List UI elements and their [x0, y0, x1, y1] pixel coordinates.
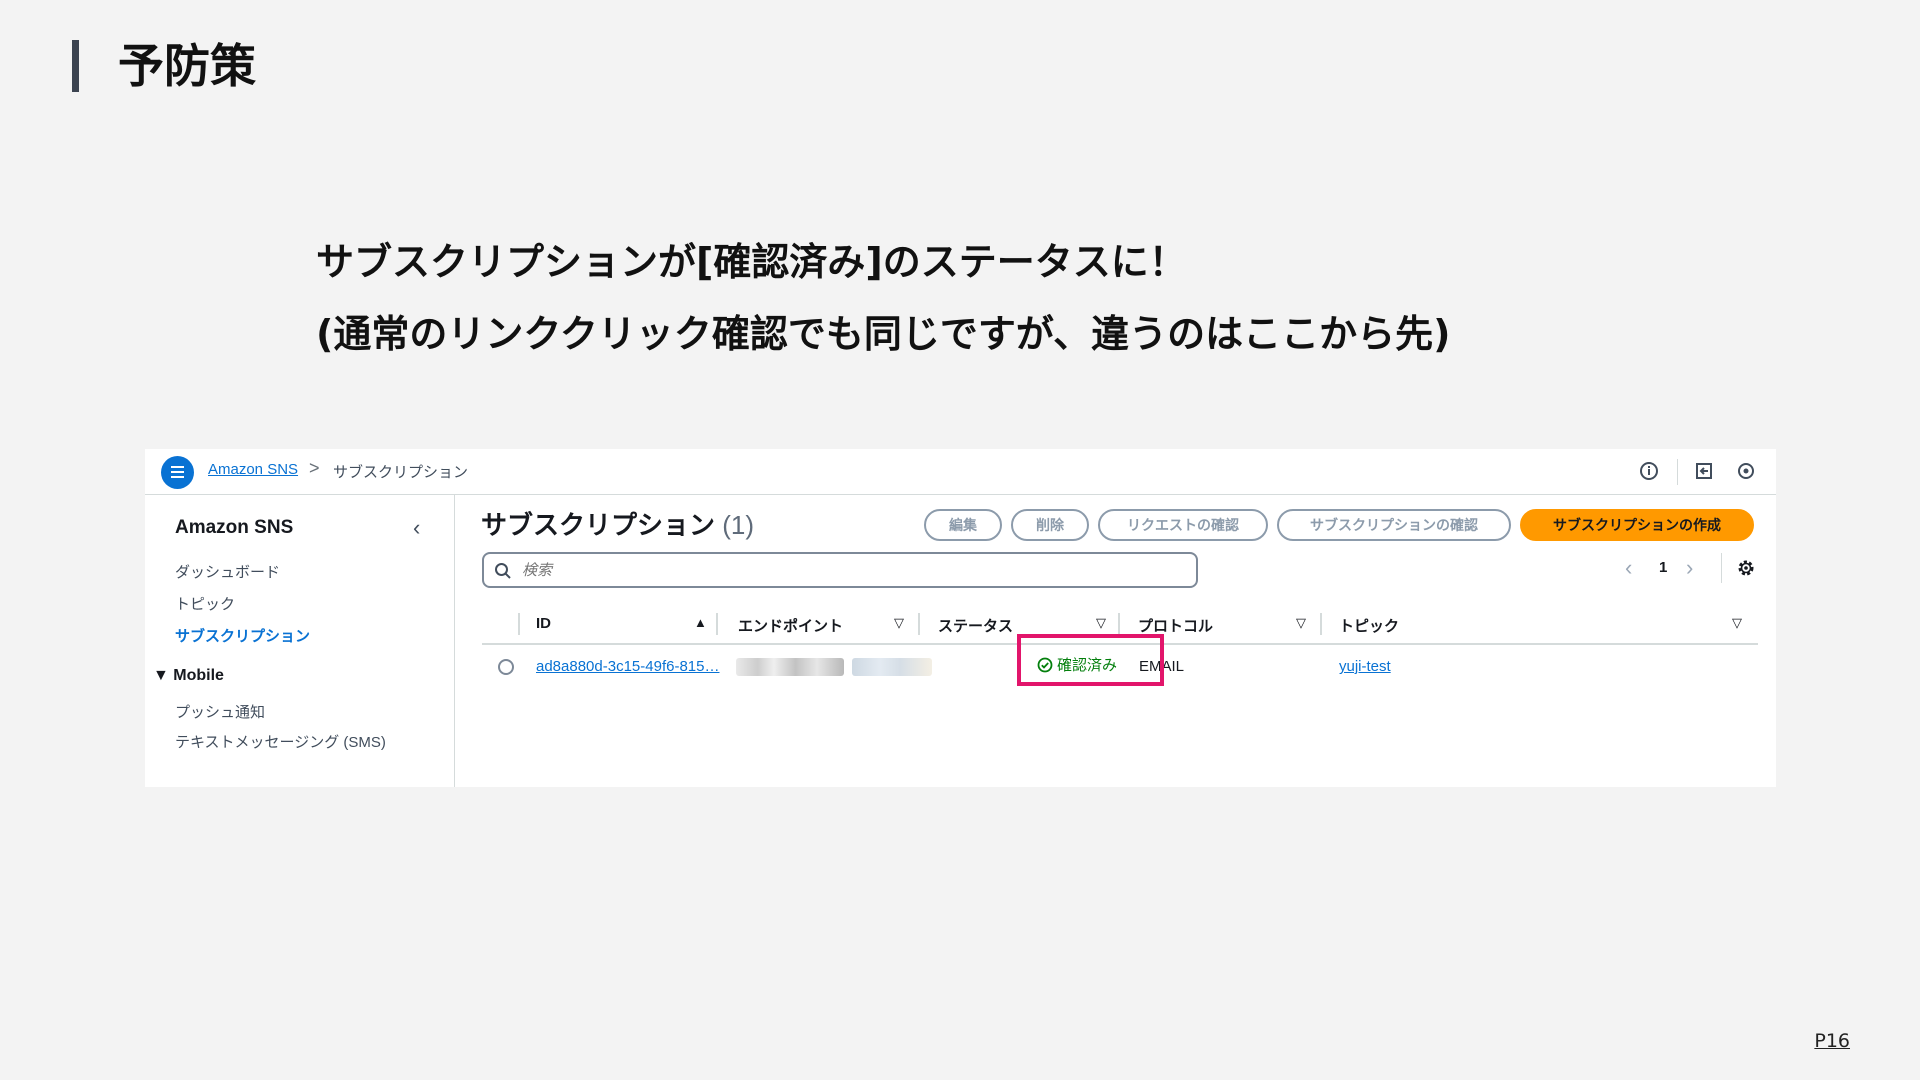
- breadcrumb-service-link[interactable]: Amazon SNS: [208, 461, 298, 478]
- top-navigation-bar: Amazon SNS > サブスクリプション: [145, 449, 1776, 495]
- sort-icon[interactable]: ▽: [1096, 615, 1106, 631]
- pagination-current-page[interactable]: 1: [1659, 559, 1667, 576]
- sidebar-item-dashboard[interactable]: ダッシュボード: [175, 561, 280, 582]
- column-header-id[interactable]: ID: [536, 615, 551, 632]
- subscription-id-link[interactable]: ad8a880d-3c15-49f6-815…: [536, 658, 719, 675]
- column-header-protocol[interactable]: プロトコル: [1138, 615, 1213, 636]
- status-highlight-box: [1017, 634, 1164, 686]
- confirm-subscription-button[interactable]: サブスクリプションの確認: [1277, 509, 1511, 541]
- blurred-endpoint: [736, 658, 844, 676]
- column-divider: [1118, 613, 1120, 635]
- gear-icon[interactable]: [1736, 558, 1756, 578]
- column-divider: [1320, 613, 1322, 635]
- page-title-text: サブスクリプション: [481, 510, 716, 540]
- column-header-topic[interactable]: トピック: [1339, 615, 1399, 636]
- search-input[interactable]: [522, 558, 1182, 582]
- export-icon[interactable]: [1694, 461, 1714, 481]
- column-divider: [716, 613, 718, 635]
- sns-console-screenshot: Amazon SNS > サブスクリプション Amazon SNS ‹ ダッシュ…: [145, 449, 1776, 787]
- lead-text-line-2: (通常のリンククリック確認でも同じですが、違うのはここから先): [316, 312, 1451, 356]
- edit-button[interactable]: 編集: [924, 509, 1002, 541]
- column-divider: [918, 613, 920, 635]
- sort-ascending-icon[interactable]: ▲: [694, 615, 707, 630]
- lead-text-line-1: サブスクリプションが[確認済み]のステータスに！: [316, 240, 1187, 284]
- subscription-count: (1): [722, 510, 755, 540]
- column-header-status[interactable]: ステータス: [938, 615, 1013, 636]
- info-icon[interactable]: [1639, 461, 1659, 481]
- side-navigation: Amazon SNS ‹ ダッシュボード トピック サブスクリプション ▼ Mo…: [145, 495, 455, 787]
- title-accent-bar: [72, 40, 79, 92]
- sidebar-section-mobile[interactable]: ▼ Mobile: [153, 667, 224, 685]
- pagination-prev-icon[interactable]: ‹: [1625, 555, 1632, 581]
- sidebar-item-sms[interactable]: テキストメッセージング (SMS): [175, 731, 386, 752]
- request-confirmation-button[interactable]: リクエストの確認: [1098, 509, 1268, 541]
- slide-title: 予防策: [118, 39, 256, 93]
- row-select-radio[interactable]: [498, 659, 514, 675]
- blurred-endpoint: [852, 658, 932, 676]
- create-subscription-button[interactable]: サブスクリプションの作成: [1520, 509, 1754, 541]
- page-title: サブスクリプション (1): [481, 505, 754, 542]
- search-box: [482, 552, 1198, 588]
- breadcrumb-current: サブスクリプション: [333, 464, 469, 481]
- sort-icon[interactable]: ▽: [1296, 615, 1306, 631]
- delete-button[interactable]: 削除: [1011, 509, 1089, 541]
- hamburger-menu-icon[interactable]: [161, 456, 194, 489]
- sidebar-item-subscriptions[interactable]: サブスクリプション: [175, 625, 310, 646]
- search-icon: [495, 563, 511, 579]
- page-number[interactable]: P16: [1814, 1030, 1850, 1052]
- sort-icon[interactable]: ▽: [1732, 615, 1742, 631]
- sidebar-item-push-notifications[interactable]: プッシュ通知: [175, 701, 265, 722]
- breadcrumb-separator-icon: >: [309, 458, 320, 478]
- sidebar-item-topics[interactable]: トピック: [175, 593, 235, 614]
- topic-link[interactable]: yuji-test: [1339, 658, 1391, 675]
- column-header-endpoint[interactable]: エンドポイント: [738, 615, 843, 636]
- top-bar-divider: [1677, 459, 1678, 485]
- sidebar-title: Amazon SNS: [175, 517, 294, 538]
- pagination-divider: [1721, 553, 1722, 583]
- column-divider: [518, 613, 520, 635]
- sort-icon[interactable]: ▽: [894, 615, 904, 631]
- sidebar-collapse-icon[interactable]: ‹: [413, 515, 420, 541]
- feedback-icon[interactable]: [1736, 461, 1756, 481]
- pagination-next-icon[interactable]: ›: [1686, 555, 1693, 581]
